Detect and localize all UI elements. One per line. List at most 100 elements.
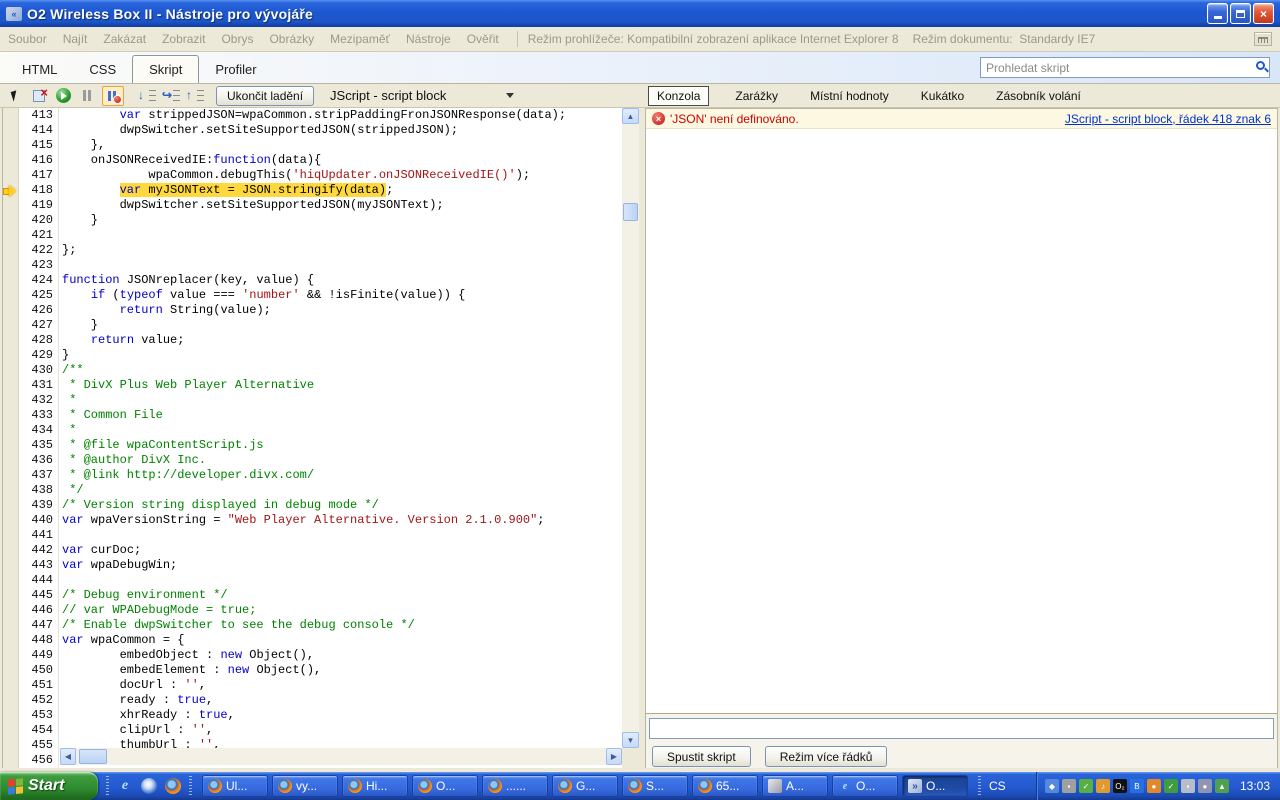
code-line[interactable]: 441 [19, 528, 622, 543]
search-input[interactable] [980, 57, 1270, 78]
start-button[interactable]: Start [0, 772, 98, 800]
scroll-up-icon[interactable]: ▲ [622, 108, 639, 124]
scroll-right-icon[interactable]: ▶ [606, 748, 622, 765]
console-tab-zásobník-volání[interactable]: Zásobník volání [990, 87, 1087, 105]
code-line[interactable]: 445/* Debug environment */ [19, 588, 622, 603]
code-line[interactable]: 419 dwpSwitcher.setSiteSupportedJSON(myJ… [19, 198, 622, 213]
stop-debugging-button[interactable]: Ukončit ladění [216, 86, 314, 106]
console-tab-zarážky[interactable]: Zarážky [729, 87, 784, 105]
taskbar-button[interactable]: Hi... [342, 775, 408, 797]
code-line[interactable]: 453 xhrReady : true, [19, 708, 622, 723]
script-selector[interactable]: JScript - script block [324, 88, 520, 103]
code-line[interactable]: 434 * [19, 423, 622, 438]
code-line[interactable]: 428 return value; [19, 333, 622, 348]
scroll-down-icon[interactable]: ▼ [622, 732, 639, 748]
title-bar[interactable]: « O2 Wireless Box II - Nástroje pro vývo… [0, 0, 1280, 27]
taskbar-button[interactable]: vy... [272, 775, 338, 797]
console-tab-místní-hodnoty[interactable]: Místní hodnoty [804, 87, 895, 105]
select-element-icon[interactable] [6, 87, 24, 105]
menu-zobrazit[interactable]: Zobrazit [162, 32, 205, 46]
code-line[interactable]: 440var wpaVersionString = "Web Player Al… [19, 513, 622, 528]
code-line[interactable]: 426 return String(value); [19, 303, 622, 318]
console-tab-konzola[interactable]: Konzola [648, 86, 709, 106]
vertical-scroll-thumb[interactable] [623, 203, 638, 221]
touch-icon[interactable]: ● [1147, 779, 1161, 793]
code-line[interactable]: 423 [19, 258, 622, 273]
o2-icon[interactable]: O₂ [1113, 779, 1127, 793]
taskbar-button[interactable]: A... [762, 775, 828, 797]
menu-soubor[interactable]: Soubor [8, 32, 47, 46]
tab-skript[interactable]: Skript [132, 55, 199, 83]
console-input[interactable] [649, 718, 1274, 739]
pin-icon[interactable] [1254, 32, 1272, 46]
code-line[interactable]: 418 var myJSONText = JSON.stringify(data… [19, 183, 622, 198]
code-line[interactable]: 431 * DivX Plus Web Player Alternative [19, 378, 622, 393]
safely-remove-icon[interactable]: ▪ [1062, 779, 1076, 793]
code-line[interactable]: 422}; [19, 243, 622, 258]
menu-ověřit[interactable]: Ověřit [467, 32, 499, 46]
menu-obrys[interactable]: Obrys [221, 32, 253, 46]
bluetooth-icon[interactable]: B [1130, 779, 1144, 793]
code-line[interactable]: 436 * @author DivX Inc. [19, 453, 622, 468]
menu-obrázky[interactable]: Obrázky [269, 32, 314, 46]
taskbar-button[interactable]: G... [552, 775, 618, 797]
code-line[interactable]: 435 * @file wpaContentScript.js [19, 438, 622, 453]
step-out-icon[interactable]: ↑ [186, 87, 204, 105]
console-tab-kukátko[interactable]: Kukátko [915, 87, 970, 105]
code-line[interactable]: 443var wpaDebugWin; [19, 558, 622, 573]
code-vertical-scrollbar[interactable]: ▲ ▼ [622, 108, 639, 748]
continue-icon[interactable] [54, 87, 72, 105]
code-line[interactable]: 452 ready : true, [19, 693, 622, 708]
language-bar[interactable]: CS [978, 776, 1006, 796]
code-line[interactable]: 414 dwpSwitcher.setSiteSupportedJSON(str… [19, 123, 622, 138]
code-line[interactable]: 417 wpaCommon.debugThis('hiqUpdater.onJS… [19, 168, 622, 183]
break-all-icon[interactable] [102, 86, 124, 106]
code-line[interactable]: 416 onJSONReceivedIE:function(data){ [19, 153, 622, 168]
code-line[interactable]: 448var wpaCommon = { [19, 633, 622, 648]
minimize-button[interactable] [1207, 3, 1228, 24]
pause-icon[interactable] [78, 87, 96, 105]
code-line[interactable]: 451 docUrl : '', [19, 678, 622, 693]
run-script-button[interactable]: Spustit skript [652, 746, 751, 767]
error-location-link[interactable]: JScript - script block, řádek 418 znak 6 [1065, 112, 1271, 126]
search-icon[interactable] [1256, 61, 1265, 70]
code-line[interactable]: 446// var WPADebugMode = true; [19, 603, 622, 618]
tab-html[interactable]: HTML [6, 57, 73, 83]
taskbar-button[interactable]: O... [412, 775, 478, 797]
menu-nástroje[interactable]: Nástroje [406, 32, 451, 46]
maximize-button[interactable] [1230, 3, 1251, 24]
code-line[interactable]: 420 } [19, 213, 622, 228]
code-line[interactable]: 425 if (typeof value === 'number' && !is… [19, 288, 622, 303]
code-line[interactable]: 413 var strippedJSON=wpaCommon.stripPadd… [19, 108, 622, 123]
tab-css[interactable]: CSS [73, 57, 132, 83]
code-line[interactable]: 424function JSONreplacer(key, value) { [19, 273, 622, 288]
code-line[interactable]: 415 }, [19, 138, 622, 153]
code-line[interactable]: 429} [19, 348, 622, 363]
update-icon[interactable]: ✓ [1164, 779, 1178, 793]
step-over-icon[interactable]: ↪ [162, 87, 180, 105]
step-into-icon[interactable]: ↓ [138, 87, 156, 105]
internet-explorer-icon[interactable]: e [117, 778, 133, 794]
taskbar-button[interactable]: Ul... [202, 775, 268, 797]
horizontal-scroll-thumb[interactable] [79, 749, 107, 764]
code-line[interactable]: 442var curDoc; [19, 543, 622, 558]
taskbar-button[interactable]: ...... [482, 775, 548, 797]
security-shield-icon[interactable]: ✓ [1079, 779, 1093, 793]
code-line[interactable]: 432 * [19, 393, 622, 408]
taskbar-button[interactable]: »O... [902, 775, 968, 797]
tab-profiler[interactable]: Profiler [199, 57, 272, 83]
headset-icon[interactable]: ● [1198, 779, 1212, 793]
code-line[interactable]: 454 clipUrl : '', [19, 723, 622, 738]
code-line[interactable]: 449 embedObject : new Object(), [19, 648, 622, 663]
volume-icon[interactable]: ♪ [1096, 779, 1110, 793]
code-horizontal-scrollbar[interactable]: ◀ ▶ [60, 748, 622, 765]
firefox-icon[interactable] [165, 778, 181, 794]
code-line[interactable]: 450 embedElement : new Object(), [19, 663, 622, 678]
multiline-mode-button[interactable]: Režim více řádků [765, 746, 888, 767]
code-line[interactable]: 437 * @link http://developer.divx.com/ [19, 468, 622, 483]
clear-breakpoints-icon[interactable] [30, 87, 48, 105]
breakpoint-margin[interactable] [3, 108, 19, 768]
taskbar-button[interactable]: 65... [692, 775, 758, 797]
code-line[interactable]: 447/* Enable dwpSwitcher to see the debu… [19, 618, 622, 633]
menu-najít[interactable]: Najít [63, 32, 88, 46]
